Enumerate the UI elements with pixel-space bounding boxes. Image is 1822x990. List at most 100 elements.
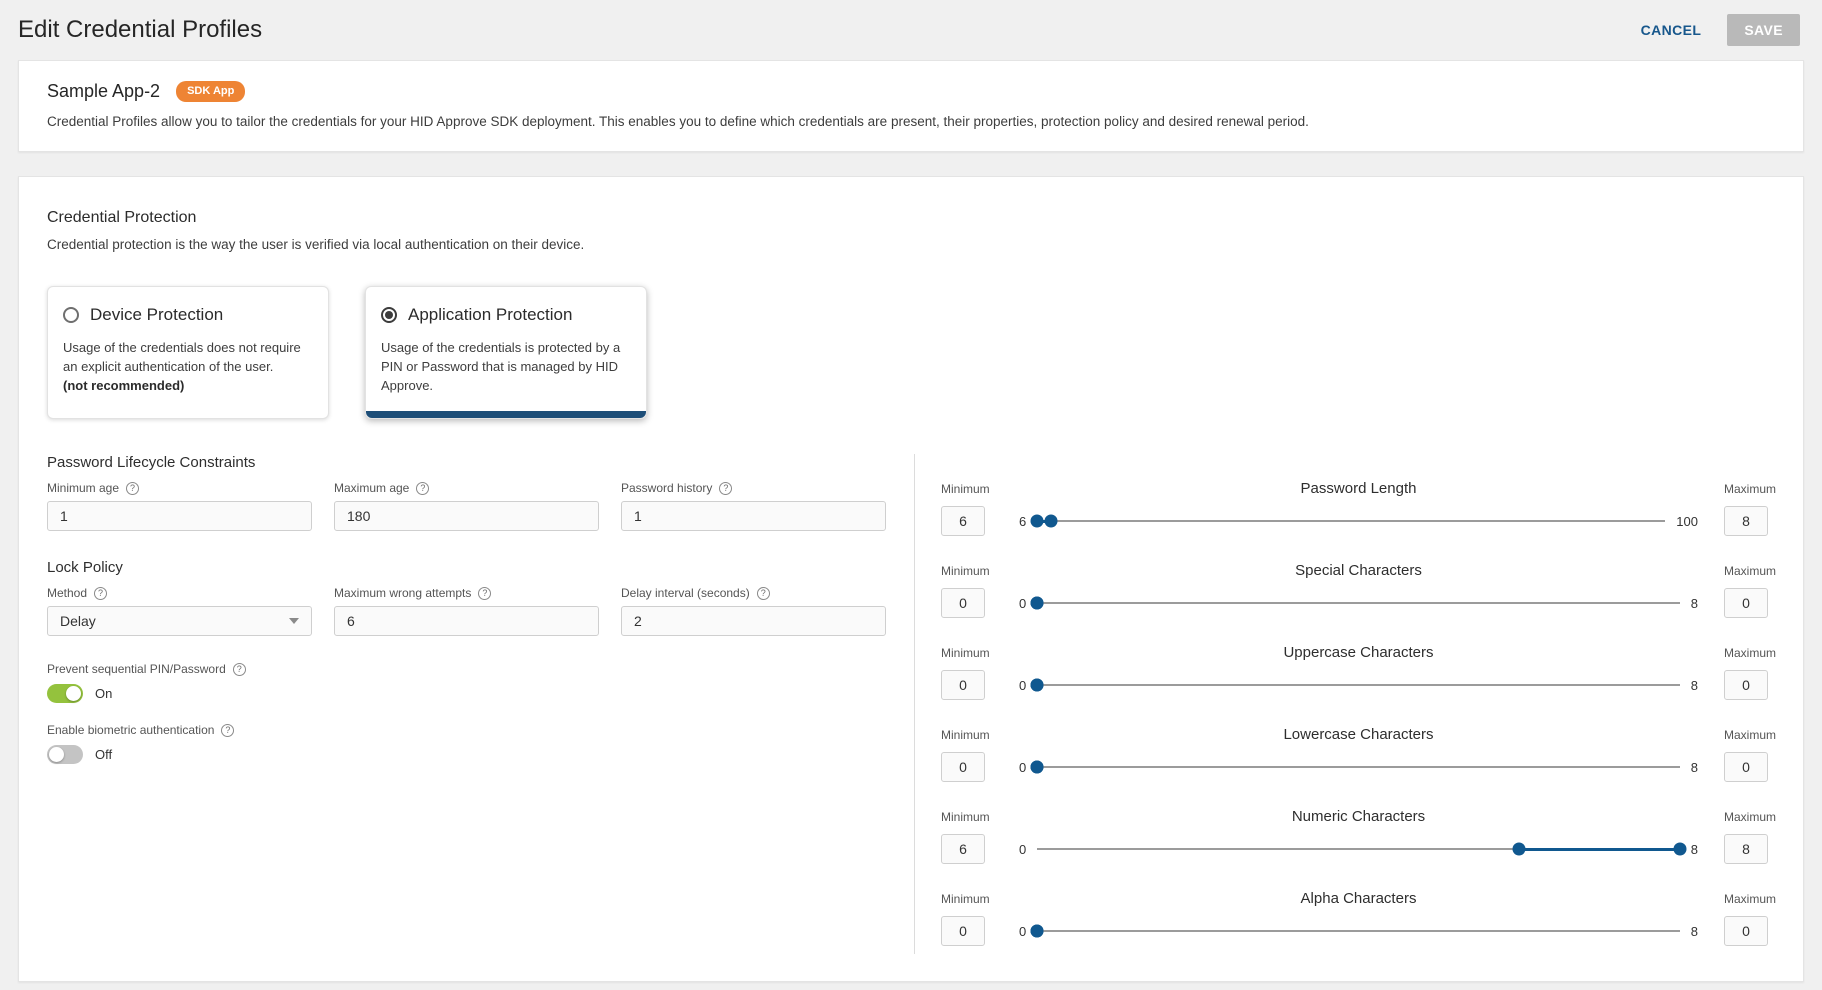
header-actions: CANCEL SAVE: [1641, 14, 1800, 46]
minimum-input[interactable]: [941, 834, 985, 864]
maximum-label: Maximum: [1724, 728, 1776, 742]
maximum-input[interactable]: [1724, 834, 1768, 864]
maximum-input[interactable]: [1724, 670, 1768, 700]
lock-policy-heading: Lock Policy: [47, 559, 886, 576]
slider-handle-min[interactable]: [1031, 515, 1044, 528]
slider-row-lowercase-characters: Minimum Lowercase Characters Maximum 0 8: [941, 726, 1776, 782]
option-card-device-protection[interactable]: Device Protection Usage of the credentia…: [47, 286, 329, 419]
scale-min-label: 6: [1019, 514, 1026, 529]
slider-title: Uppercase Characters: [1019, 644, 1698, 661]
slider-title: Lowercase Characters: [1019, 726, 1698, 743]
slider-handle-max[interactable]: [1031, 679, 1044, 692]
slider-track[interactable]: [1037, 506, 1665, 536]
scale-min-label: 0: [1019, 842, 1026, 857]
scale-max-label: 8: [1691, 678, 1698, 693]
minimum-label: Minimum: [941, 564, 993, 578]
scale-max-label: 8: [1691, 924, 1698, 939]
slider-track[interactable]: [1037, 670, 1680, 700]
password-history-input[interactable]: [621, 501, 886, 531]
toggle-knob: [49, 747, 64, 762]
app-info-card: Sample App-2 SDK App Credential Profiles…: [18, 60, 1804, 152]
minimum-input[interactable]: [941, 670, 985, 700]
radio-application-protection-icon[interactable]: [381, 307, 397, 323]
save-button[interactable]: SAVE: [1727, 14, 1800, 46]
help-icon[interactable]: [757, 587, 770, 600]
scale-max-label: 100: [1676, 514, 1698, 529]
scale-min-label: 0: [1019, 678, 1026, 693]
help-icon[interactable]: [478, 587, 491, 600]
page-title: Edit Credential Profiles: [18, 16, 262, 44]
scale-max-label: 8: [1691, 760, 1698, 775]
slider-title: Password Length: [1019, 480, 1698, 497]
slider-row-numeric-characters: Minimum Numeric Characters Maximum 0 8: [941, 808, 1776, 864]
slider-handle-max[interactable]: [1031, 761, 1044, 774]
slider-track[interactable]: [1037, 916, 1680, 946]
app-description: Credential Profiles allow you to tailor …: [47, 114, 1775, 129]
minimum-label: Minimum: [941, 646, 993, 660]
help-icon[interactable]: [416, 482, 429, 495]
option-description: Usage of the credentials does not requir…: [63, 339, 313, 396]
maximum-label: Maximum: [1724, 810, 1776, 824]
minimum-input[interactable]: [941, 588, 985, 618]
slider-handle-max[interactable]: [1044, 515, 1057, 528]
field-label-text: Method: [47, 586, 87, 600]
minimum-input[interactable]: [941, 506, 985, 536]
maximum-input[interactable]: [1724, 588, 1768, 618]
method-select-value: Delay: [60, 613, 96, 629]
prevent-sequential-toggle[interactable]: [47, 684, 83, 703]
credential-protection-card: Credential Protection Credential protect…: [18, 176, 1804, 982]
minimum-label: Minimum: [941, 810, 993, 824]
maximum-wrong-attempts-input[interactable]: [334, 606, 599, 636]
field-label-text: Maximum age: [334, 481, 409, 495]
field-delay-interval: Delay interval (seconds): [621, 586, 886, 636]
minimum-label: Minimum: [941, 892, 993, 906]
field-minimum-age: Minimum age: [47, 481, 312, 531]
option-description-text: Usage of the credentials does not requir…: [63, 340, 301, 374]
maximum-label: Maximum: [1724, 564, 1776, 578]
biometric-authentication-toggle[interactable]: [47, 745, 83, 764]
slider-track[interactable]: [1037, 834, 1680, 864]
scale-min-label: 0: [1019, 760, 1026, 775]
minimum-input[interactable]: [941, 752, 985, 782]
help-icon[interactable]: [126, 482, 139, 495]
option-title-row: Application Protection: [381, 305, 631, 325]
help-icon[interactable]: [221, 724, 234, 737]
option-card-application-protection[interactable]: Application Protection Usage of the cred…: [365, 286, 647, 419]
credential-protection-head: Credential Protection Credential protect…: [19, 209, 1803, 419]
slider-row-alpha-characters: Minimum Alpha Characters Maximum 0 8: [941, 890, 1776, 946]
protection-options: Device Protection Usage of the credentia…: [47, 286, 1775, 419]
minimum-age-input[interactable]: [47, 501, 312, 531]
field-method: Method Delay: [47, 586, 312, 636]
maximum-input[interactable]: [1724, 916, 1768, 946]
method-select[interactable]: Delay: [47, 606, 312, 636]
delay-interval-input[interactable]: [621, 606, 886, 636]
slider-row-special-characters: Minimum Special Characters Maximum 0 8: [941, 562, 1776, 618]
maximum-input[interactable]: [1724, 506, 1768, 536]
cancel-button[interactable]: CANCEL: [1641, 22, 1702, 38]
slider-fill: [1519, 848, 1680, 851]
field-password-history: Password history: [621, 481, 886, 531]
minimum-input[interactable]: [941, 916, 985, 946]
toggle-knob: [66, 686, 81, 701]
help-icon[interactable]: [233, 663, 246, 676]
slider-title: Alpha Characters: [1019, 890, 1698, 907]
option-label: Application Protection: [408, 305, 572, 325]
maximum-age-input[interactable]: [334, 501, 599, 531]
radio-device-protection-icon[interactable]: [63, 307, 79, 323]
settings-columns: Password Lifecycle Constraints Minimum a…: [19, 454, 1803, 954]
field-label-text: Enable biometric authentication: [47, 723, 214, 737]
slider-handle-max[interactable]: [1031, 925, 1044, 938]
option-description: Usage of the credentials is protected by…: [381, 339, 631, 396]
slider-handle-max[interactable]: [1031, 597, 1044, 610]
help-icon[interactable]: [719, 482, 732, 495]
slider-handle-max[interactable]: [1673, 843, 1686, 856]
password-lifecycle-heading: Password Lifecycle Constraints: [47, 454, 886, 471]
slider-handle-min[interactable]: [1513, 843, 1526, 856]
slider-track[interactable]: [1037, 752, 1680, 782]
maximum-input[interactable]: [1724, 752, 1768, 782]
help-icon[interactable]: [94, 587, 107, 600]
slider-track[interactable]: [1037, 588, 1680, 618]
chevron-down-icon: [289, 618, 299, 624]
option-note: (not recommended): [63, 378, 184, 393]
slider-title: Special Characters: [1019, 562, 1698, 579]
